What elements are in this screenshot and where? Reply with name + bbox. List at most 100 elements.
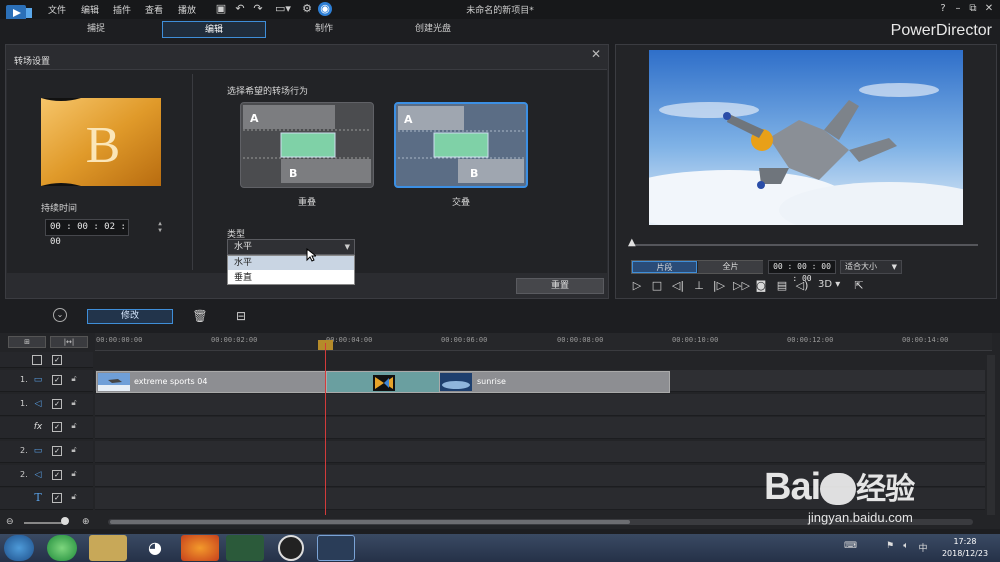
minimize-icon[interactable]: – bbox=[951, 2, 965, 16]
audio-track-icon: ◁ bbox=[34, 399, 42, 409]
fast-forward-icon[interactable]: ▷▷ bbox=[733, 279, 750, 293]
select-all-box[interactable] bbox=[32, 355, 42, 365]
scrubber-handle[interactable]: ▲ bbox=[628, 237, 636, 248]
track-enable-checkbox[interactable]: ✓ bbox=[52, 399, 62, 409]
lock-icon[interactable]: 🔓︎ bbox=[69, 398, 79, 410]
tab-capture[interactable]: 捕捉 bbox=[44, 21, 148, 38]
undo-icon[interactable]: ↶ bbox=[233, 2, 247, 16]
ime-icon[interactable]: 中 bbox=[917, 541, 929, 554]
timeline-ruler[interactable]: 00:00:00:00 00:00:02:00 00:00:04:00 00:0… bbox=[95, 333, 992, 351]
track-enable-checkbox[interactable]: ✓ bbox=[52, 422, 62, 432]
track-number: 2. bbox=[20, 470, 28, 479]
modify-button[interactable]: 修改 bbox=[87, 309, 173, 324]
crossfade-a-label: A bbox=[404, 113, 413, 126]
start-button[interactable] bbox=[4, 535, 34, 561]
enable-all-checkbox[interactable]: ✓ bbox=[52, 355, 62, 365]
tab-clip-mode[interactable]: 片段 bbox=[632, 261, 697, 273]
transition-marker-icon[interactable] bbox=[373, 375, 395, 391]
restore-icon[interactable]: ⧉ bbox=[966, 2, 980, 16]
zoom-fit-value: 适合大小 bbox=[845, 262, 877, 271]
stop-icon[interactable]: □ bbox=[650, 279, 664, 293]
track-manager-icon[interactable]: ⊞ bbox=[8, 336, 46, 348]
undock-icon[interactable]: ⇱ bbox=[852, 279, 866, 293]
media-app-icon[interactable] bbox=[226, 535, 264, 561]
windows-taskbar: ◕ ⌨ ⚑ 🔈︎ 中 17:28 2018/12/23 bbox=[0, 534, 1000, 562]
save-icon[interactable]: ▣ bbox=[214, 2, 228, 16]
menu-play[interactable]: 播放 bbox=[178, 3, 196, 16]
next-frame-icon[interactable]: |▷ bbox=[712, 279, 726, 293]
split-icon[interactable]: ⊥ bbox=[692, 279, 706, 293]
lock-icon[interactable]: 🔓︎ bbox=[69, 469, 79, 481]
fit-timeline-icon[interactable]: |↔| bbox=[50, 336, 88, 348]
more-functions-icon[interactable]: ⊟ bbox=[233, 308, 249, 324]
zoom-fit-select[interactable]: 适合大小 ▼ bbox=[840, 260, 902, 274]
dropdown-option-vertical[interactable]: 垂直 bbox=[228, 271, 354, 285]
zoom-slider-handle[interactable] bbox=[61, 517, 69, 525]
reset-button[interactable]: 重置 bbox=[516, 278, 604, 294]
settings-icon[interactable]: ⚙ bbox=[300, 2, 314, 16]
volume-tray-icon[interactable]: 🔈︎ bbox=[900, 541, 912, 553]
help-icon[interactable]: ? bbox=[936, 2, 950, 16]
system-clock[interactable]: 17:28 2018/12/23 bbox=[934, 536, 996, 560]
ruler-label: 00:00:02:00 bbox=[211, 336, 258, 344]
keyboard-icon[interactable]: ⌨ bbox=[844, 541, 857, 553]
aspect-ratio-icon[interactable]: ▭▾ bbox=[272, 2, 294, 16]
track-enable-checkbox[interactable]: ✓ bbox=[52, 375, 62, 385]
track-enable-checkbox[interactable]: ✓ bbox=[52, 493, 62, 503]
track-row-video-2[interactable] bbox=[95, 441, 985, 463]
expand-icon[interactable]: ⌄ bbox=[53, 308, 67, 322]
overlap-option[interactable]: A B bbox=[240, 102, 374, 188]
tab-edit[interactable]: 编辑 bbox=[162, 21, 266, 38]
audio-track-icon: ◁ bbox=[34, 470, 42, 480]
network-warning-icon[interactable]: ⚑ bbox=[884, 541, 896, 553]
timeline-vertical-scrollbar[interactable] bbox=[987, 355, 995, 515]
type-select[interactable]: 水平 ▼ bbox=[227, 239, 355, 255]
scrollbar-thumb[interactable] bbox=[110, 520, 630, 524]
file-explorer-icon[interactable] bbox=[89, 535, 127, 561]
powerdirector-taskbar-icon[interactable] bbox=[317, 535, 355, 561]
zoom-out-icon[interactable]: ⊖ bbox=[6, 517, 14, 527]
close-icon[interactable]: ✕ bbox=[589, 47, 603, 61]
clip-thumbnail bbox=[440, 373, 472, 391]
menu-view[interactable]: 查看 bbox=[145, 3, 163, 16]
qq-icon[interactable]: ◕ bbox=[136, 535, 174, 561]
volume-icon[interactable]: ◁) bbox=[795, 279, 809, 293]
tab-movie-mode[interactable]: 全片 bbox=[698, 261, 763, 273]
track-enable-checkbox[interactable]: ✓ bbox=[52, 446, 62, 456]
previous-frame-icon[interactable]: ◁| bbox=[671, 279, 685, 293]
crossfade-option[interactable]: A B bbox=[394, 102, 528, 188]
tab-create-disc[interactable]: 创建光盘 bbox=[381, 21, 485, 38]
delete-icon[interactable]: 🗑︎ bbox=[192, 308, 208, 324]
zoom-in-icon[interactable]: ⊕ bbox=[82, 517, 90, 527]
preview-timecode[interactable]: 00 : 00 : 00 : 00 bbox=[768, 260, 836, 283]
3d-mode-button[interactable]: 3D ▾ bbox=[818, 279, 840, 290]
account-icon[interactable]: ◉ bbox=[318, 2, 332, 16]
dropdown-option-horizontal[interactable]: 水平 bbox=[228, 256, 354, 270]
track-row-audio-1[interactable] bbox=[95, 394, 985, 416]
document-title: 未命名的新项目* bbox=[466, 6, 534, 16]
snapshot-icon[interactable]: ◙ bbox=[754, 279, 768, 293]
play-icon[interactable]: ▷ bbox=[630, 279, 644, 293]
preview-scrubber[interactable] bbox=[630, 244, 978, 246]
brand-name: PowerDirector bbox=[890, 22, 992, 39]
menu-plugins[interactable]: 插件 bbox=[113, 3, 131, 16]
lock-icon[interactable]: 🔓︎ bbox=[69, 421, 79, 433]
menu-file[interactable]: 文件 bbox=[48, 3, 66, 16]
duration-input[interactable]: 00 : 00 : 02 : 00 ▲ ▼ bbox=[45, 219, 162, 247]
lock-icon[interactable]: 🔓︎ bbox=[69, 445, 79, 457]
app-360-icon[interactable] bbox=[47, 535, 77, 561]
lock-icon[interactable]: 🔓︎ bbox=[69, 374, 79, 386]
track-enable-checkbox[interactable]: ✓ bbox=[52, 470, 62, 480]
track-row-fx[interactable] bbox=[95, 417, 985, 439]
firefox-icon[interactable] bbox=[181, 535, 219, 561]
track-number: 2. bbox=[20, 446, 28, 455]
menu-edit[interactable]: 编辑 bbox=[81, 3, 99, 16]
close-window-icon[interactable]: ✕ bbox=[982, 2, 996, 16]
lock-icon[interactable]: 🔓︎ bbox=[69, 492, 79, 504]
redo-icon[interactable]: ↷ bbox=[251, 2, 265, 16]
duration-spinner[interactable]: ▲ ▼ bbox=[154, 220, 166, 235]
subtitle-icon[interactable]: ▤ bbox=[775, 279, 789, 293]
crossfade-option-label: 交叠 bbox=[451, 198, 470, 208]
tab-produce[interactable]: 制作 bbox=[272, 21, 376, 38]
record-icon[interactable] bbox=[278, 535, 304, 561]
